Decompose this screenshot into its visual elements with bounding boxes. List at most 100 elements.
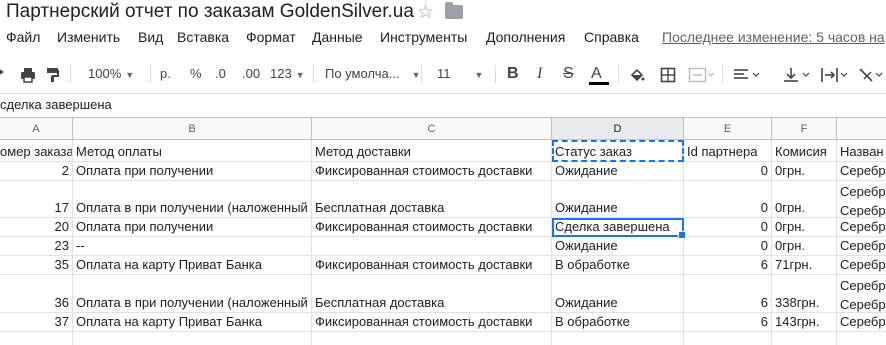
text-rotation-icon[interactable] [858, 58, 886, 90]
bold-button[interactable]: B [507, 58, 519, 90]
cell-payment[interactable]: Оплата при получении [73, 162, 312, 181]
cell-name[interactable]: Серебр [837, 162, 886, 181]
cell-order[interactable]: 23 [0, 237, 73, 256]
cell-partner[interactable]: 6 [684, 275, 772, 313]
cell-name[interactable]: Серебр [837, 256, 886, 275]
cell-payment[interactable]: Оплата при получении [73, 218, 312, 237]
cell-delivery[interactable]: Фиксированная стоимость доставки [312, 256, 552, 275]
italic-button[interactable]: I [537, 58, 542, 90]
menu-help[interactable]: Справка [584, 29, 639, 45]
cell-status[interactable]: Ожидание [552, 237, 684, 256]
menu-edit[interactable]: Изменить [57, 29, 120, 45]
cell-name[interactable]: Серебр [837, 218, 886, 237]
cell-commission[interactable]: 0грн. [772, 181, 837, 218]
decrease-decimal-button[interactable]: .0 [215, 58, 226, 90]
cell-status[interactable]: В обработке [552, 256, 684, 275]
cell-payment[interactable]: Оплата на карту Приват Банка [73, 256, 312, 275]
menu-tools[interactable]: Инструменты [380, 29, 467, 45]
column-header-g[interactable] [837, 117, 886, 140]
cell-delivery[interactable] [312, 237, 552, 256]
text-color-button[interactable]: A [591, 58, 602, 90]
cell-empty[interactable] [684, 332, 772, 345]
cell-empty[interactable] [837, 332, 886, 345]
last-edit-link[interactable]: Последнее изменение: 5 часов на [662, 29, 885, 45]
cell-partner[interactable]: 0 [684, 181, 772, 218]
header-cell[interactable]: Метод оплаты [73, 140, 312, 162]
cell-partner[interactable]: 0 [684, 162, 772, 181]
menu-view[interactable]: Вид [138, 29, 163, 45]
header-cell[interactable]: Метод доставки [312, 140, 552, 162]
cell-order[interactable]: 20 [0, 218, 73, 237]
cell-commission[interactable]: 0грн. [772, 237, 837, 256]
increase-decimal-button[interactable]: .00 [242, 58, 260, 90]
cell-name[interactable]: Серебр [837, 313, 886, 332]
percent-format-button[interactable]: % [190, 58, 202, 90]
cell-payment[interactable]: Оплата в при получении (наложенный [73, 181, 312, 218]
header-cell[interactable]: Комисия [772, 140, 837, 162]
print-icon[interactable] [20, 58, 36, 90]
more-formats-select[interactable]: 123 ▼ [270, 58, 305, 90]
cell-order[interactable]: 17 [0, 181, 73, 218]
menu-data[interactable]: Данные [312, 29, 363, 45]
menu-insert[interactable]: Вставка [177, 29, 229, 45]
borders-icon[interactable] [660, 58, 676, 90]
cell-order[interactable]: 2 [0, 162, 73, 181]
fill-handle[interactable] [678, 231, 686, 239]
cell-commission[interactable]: 71грн. [772, 256, 837, 275]
cell-delivery[interactable]: Фиксированная стоимость доставки [312, 313, 552, 332]
cell-status-selected[interactable]: Сделка завершена [552, 218, 686, 239]
cell-order[interactable]: 36 [0, 275, 73, 313]
cell-payment[interactable]: Оплата в при получении (наложенный [73, 275, 312, 313]
document-title[interactable]: Партнерский отчет по заказам GoldenSilve… [6, 1, 414, 23]
cell-empty[interactable] [312, 332, 552, 345]
horizontal-align-icon[interactable] [733, 58, 763, 90]
column-header-c[interactable]: C [312, 117, 552, 140]
cell-partner[interactable]: 0 [684, 237, 772, 256]
currency-format-button[interactable]: р. [160, 58, 171, 90]
paint-format-icon[interactable] [46, 58, 60, 90]
cell-empty[interactable] [552, 332, 684, 345]
cell-delivery[interactable]: Фиксированная стоимость доставки [312, 218, 552, 237]
cell-order[interactable]: 35 [0, 256, 73, 275]
cell-empty[interactable] [772, 332, 837, 345]
column-header-b[interactable]: B [73, 117, 312, 140]
cell-payment[interactable]: -- [73, 237, 312, 256]
menu-addons[interactable]: Дополнения [486, 29, 565, 45]
cell-commission[interactable]: 0грн. [772, 162, 837, 181]
column-header-e[interactable]: E [684, 117, 772, 140]
cell-commission[interactable]: 338грн. [772, 275, 837, 313]
star-icon[interactable]: ☆ [417, 1, 434, 24]
cell-partner[interactable]: 0 [684, 218, 772, 237]
menu-format[interactable]: Формат [246, 29, 296, 45]
column-header-f[interactable]: F [772, 117, 837, 140]
column-header-a[interactable]: A [0, 117, 73, 140]
font-select[interactable]: По умолча... ▼ [325, 58, 420, 90]
cell-empty[interactable] [73, 332, 312, 345]
cell-name[interactable]: Серебр Серебр [837, 181, 886, 218]
cell-name[interactable]: Серебр Серебр [837, 275, 886, 313]
cell-status[interactable]: Ожидание [552, 181, 684, 218]
header-cell-copied[interactable]: Статус заказ [552, 140, 684, 162]
cell-status[interactable]: Ожидание [552, 162, 684, 181]
cell-status[interactable]: Ожидание [552, 275, 684, 313]
cell-status[interactable]: В обработке [552, 313, 684, 332]
header-cell[interactable]: Назван [837, 140, 886, 162]
cell-delivery[interactable]: Бесплатная доставка [312, 275, 552, 313]
column-header-d[interactable]: D [552, 117, 684, 140]
strikethrough-button[interactable]: S [563, 58, 574, 90]
cell-name[interactable]: Серебр [837, 237, 886, 256]
cell-commission[interactable]: 143грн. [772, 313, 837, 332]
cell-partner[interactable]: 6 [684, 256, 772, 275]
text-wrap-icon[interactable] [820, 58, 850, 90]
header-cell[interactable]: омер заказа [0, 140, 73, 162]
cell-payment[interactable]: Оплата на карту Приват Банка [73, 313, 312, 332]
cell-delivery[interactable]: Фиксированная стоимость доставки [312, 162, 552, 181]
fill-color-icon[interactable] [629, 58, 645, 90]
zoom-select[interactable]: 100% ▼ [88, 58, 134, 90]
menu-file[interactable]: Файл [6, 29, 40, 45]
cell-commission[interactable]: 0грн. [772, 218, 837, 237]
header-cell[interactable]: Id партнера [684, 140, 772, 162]
paint-format-partial-icon[interactable] [0, 58, 8, 90]
cell-order[interactable]: 37 [0, 313, 73, 332]
cell-partner[interactable]: 6 [684, 313, 772, 332]
